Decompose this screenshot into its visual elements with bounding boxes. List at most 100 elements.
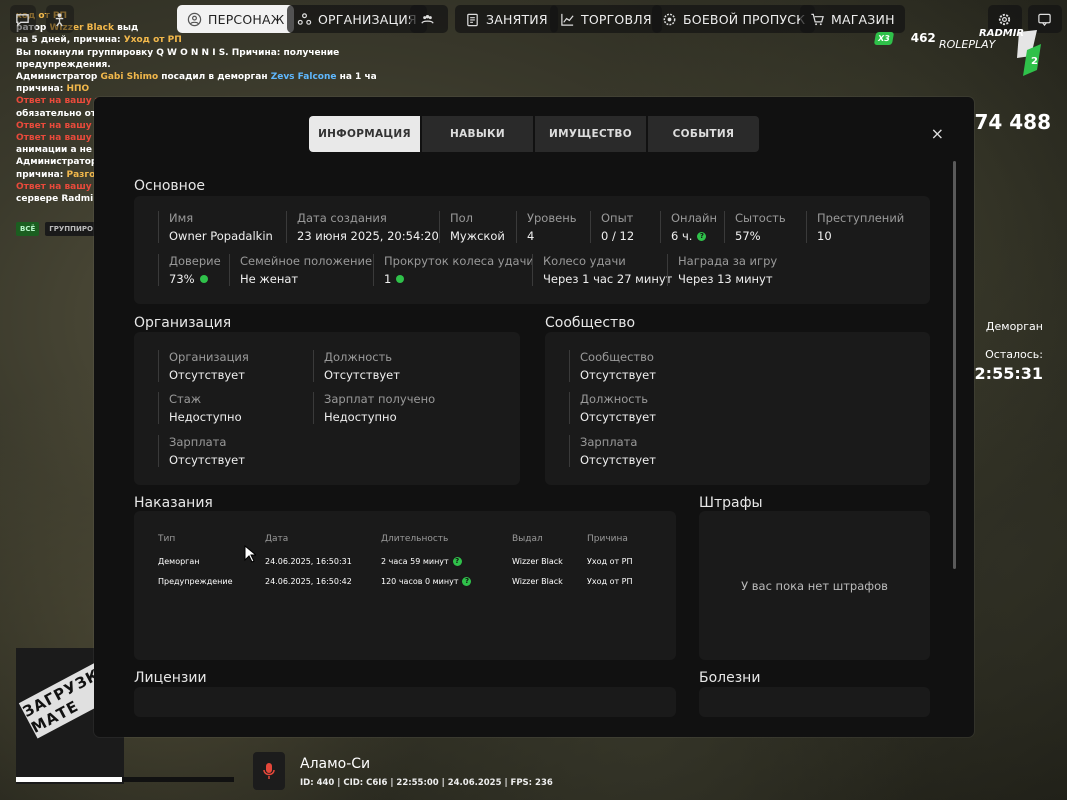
section-title-diseases: Болезни [699,670,761,686]
message-icon [1038,13,1051,26]
field-stazh: Стаж Недоступно [158,392,242,424]
field-community-position-label: Должность [580,392,649,406]
chat-text-segment: на 5 дней, причина: [16,35,124,46]
chat-text-segment: Ответ на вашу ж [16,120,104,131]
fines-empty-text: У вас пока нет штрафов [741,579,888,593]
group-icon [297,12,312,25]
server-number: 2 [1031,56,1038,67]
help-icon[interactable]: ? [697,231,707,241]
tab-info[interactable]: ИНФОРМАЦИЯ [309,116,420,152]
character-figure-button[interactable] [46,5,74,33]
cell-type: Предупреждение [158,576,233,586]
satiety-value-text: 57% [735,229,761,243]
character-modal: ИНФОРМАЦИЯ НАВЫКИ ИМУЩЕСТВО СОБЫТИЯ × Ос… [94,97,974,737]
field-org-value: Отсутствует [169,368,249,382]
stazh-value-text: Недоступно [169,410,242,424]
chat-tab-group[interactable]: ГРУППИРО [45,222,97,236]
field-created-label: Дата создания [297,211,387,225]
chat-text-segment: Ответ на вашу ж [16,181,104,192]
chat-text-segment: Zevs Falcone [270,72,337,83]
community-position-value-text: Отсутствует [580,410,656,424]
chat-text-segment: сервере Radmir [16,194,98,205]
punishments-table: Тип Дата Длительность Выдал Причина Демо… [158,529,647,591]
field-crimes-value: 10 [817,229,904,243]
armor-bar [122,777,234,782]
basic-card: Имя Owner Popadalkin Дата создания 23 ию… [134,196,930,304]
name-value-text: Owner Popadalkin [169,229,273,243]
field-salaries-received: Зарплат получено Недоступно [313,392,435,424]
chat-text-segment: обязательно отв [16,108,102,119]
crimes-value-text: 10 [817,229,832,243]
community-card: Сообщество Отсутствует Должность Отсутст… [545,332,930,485]
field-reward: Награда за игру Через 13 минут [667,254,777,286]
field-trust-value: 73% [169,272,221,286]
cell-duration: 2 часа 59 минут? [381,556,512,566]
chat-tab-all[interactable]: ВСЁ [16,222,40,236]
col-date: Дата [265,534,289,544]
player-meta: ID: 440 | CID: C6I6 | 22:55:00 | 24.06.2… [300,778,553,788]
table-row: Деморган 24.06.2025, 16:50:31 2 часа 59 … [158,551,647,571]
org-value-text: Отсутствует [169,368,245,382]
nav-tab-boevoy-propusk[interactable]: БОЕВОЙ ПРОПУСК [652,5,816,33]
field-online: Онлайн 6 ч.? [660,211,717,243]
time-left-value: 02:55:31 [963,364,1043,383]
field-crimes-label: Преступлений [817,211,905,225]
nav-tab-personazh[interactable]: ПЕРСОНАЖ [177,5,295,33]
modal-tabs: ИНФОРМАЦИЯ НАВЫКИ ИМУЩЕСТВО СОБЫТИЯ [309,116,759,152]
chat-bubble-icon [16,13,29,27]
gear-badge-icon [663,13,676,25]
status-dot-icon [199,275,208,283]
salaries-received-value-text: Недоступно [324,410,397,424]
table-row: Предупреждение 24.06.2025, 16:50:42 120 … [158,571,647,591]
help-icon[interactable]: ? [452,556,462,566]
field-community-salary-label: Зарплата [580,435,638,449]
nav-tab-torgovlya-label: ТОРГОВЛЯ [581,11,652,27]
punishments-card: Тип Дата Длительность Выдал Причина Демо… [134,511,676,660]
tab-property[interactable]: ИМУЩЕСТВО [535,116,646,152]
nav-tab-organizatsiya[interactable]: ОРГАНИЗАЦИЯ [287,5,427,33]
chat-toggle-button[interactable] [10,5,36,33]
close-button[interactable]: × [931,124,944,143]
scrollbar[interactable] [953,161,956,569]
help-icon[interactable]: ? [462,576,472,586]
section-title-licenses: Лицензии [134,670,207,686]
hud-online-badge: X3 462 [873,31,936,45]
person-icon [55,12,64,26]
field-exp-value: 0 / 12 [601,229,634,243]
org-salary-value-text: Отсутствует [169,453,245,467]
chat-text-segment: Ответ на вашу ж [16,133,104,144]
cell-issuer: Wizzer Black [512,556,563,566]
nav-tab-zanyatiya-label: ЗАНЯТИЯ [486,11,548,27]
cell-date: 24.06.2025, 16:50:31 [265,556,352,566]
col-duration: Длительность [381,534,449,544]
community-value-text: Отсутствует [580,368,656,382]
field-wheel-label: Колесо удачи [543,254,626,268]
field-trust-label: Доверие [169,254,221,268]
field-exp-label: Опыт [601,211,634,225]
tab-skills[interactable]: НАВЫКИ [422,116,533,152]
chart-icon [561,13,574,26]
cart-icon [811,13,824,25]
status-dot-icon [396,275,405,283]
chat-text-segment: Ответ на вашу ж [16,96,104,107]
field-community-salary: Зарплата Отсутствует [569,435,656,467]
field-community-salary-value: Отсутствует [580,453,656,467]
chat-text-segment: анимации а не с [16,145,101,156]
nav-tab-magazin[interactable]: МАГАЗИН [800,5,905,33]
nav-tab-organizatsiya-label: ОРГАНИЗАЦИЯ [318,11,417,27]
cell-reason: Уход от РП [587,556,633,566]
field-org-label: Организация [169,350,249,364]
section-title-punishments: Наказания [134,495,213,511]
section-title-org: Организация [134,315,232,331]
online-count: 462 [910,31,936,45]
field-created-value: 23 июня 2025, 20:54:20 [297,229,439,243]
field-org-salary-label: Зарплата [169,435,227,449]
nav-tab-family[interactable] [410,5,448,33]
nav-tab-zanyatiya[interactable]: ЗАНЯТИЯ [455,5,558,33]
nav-tab-torgovlya[interactable]: ТОРГОВЛЯ [550,5,662,33]
microphone-button[interactable] [253,752,285,790]
cell-issuer: Wizzer Black [512,576,563,586]
field-name: Имя Owner Popadalkin [158,211,273,243]
tab-events[interactable]: СОБЫТИЯ [648,116,759,152]
field-org-salary: Зарплата Отсутствует [158,435,245,467]
